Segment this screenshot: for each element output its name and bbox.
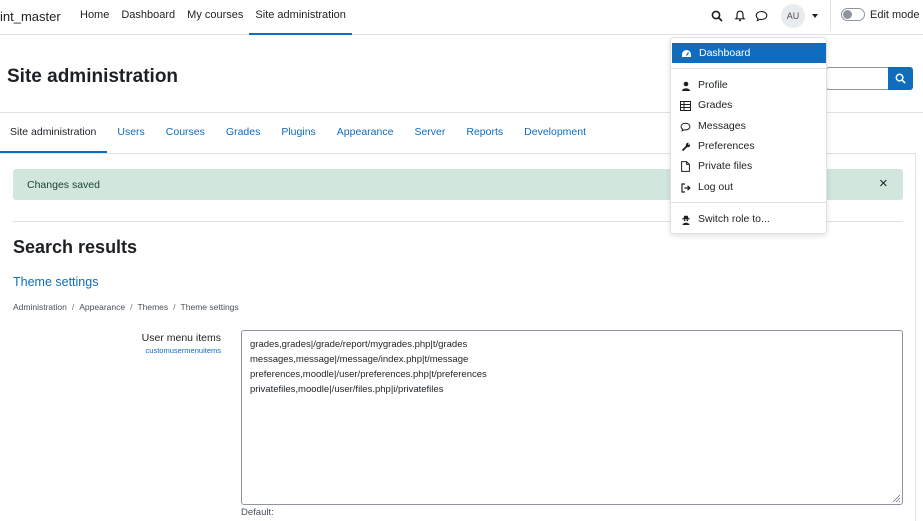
alert-message: Changes saved <box>27 179 100 191</box>
tab-development[interactable]: Development <box>514 113 597 153</box>
menu-item-label: Private files <box>698 160 753 172</box>
user-icon <box>680 80 691 91</box>
menu-item-preferences[interactable]: Preferences <box>671 136 826 156</box>
chevron-down-icon[interactable] <box>812 14 818 18</box>
site-brand[interactable]: int_master <box>0 9 61 24</box>
table-icon <box>680 100 691 111</box>
breadcrumb-separator: / <box>71 302 75 312</box>
menu-item-label: Grades <box>698 99 733 111</box>
top-navbar: int_master Home Dashboard My courses Sit… <box>0 0 923 35</box>
tab-reports[interactable]: Reports <box>456 113 514 153</box>
menu-item-label: Profile <box>698 79 728 91</box>
user-avatar[interactable]: AU <box>781 4 805 28</box>
menu-item-label: Preferences <box>698 140 755 152</box>
menu-item-label: Log out <box>698 181 734 193</box>
search-results-heading: Search results <box>13 237 138 257</box>
tab-plugins[interactable]: Plugins <box>271 113 326 153</box>
toggle-knob <box>843 10 852 19</box>
textarea-line: grades,grades|/grade/report/mygrades.php… <box>250 339 468 350</box>
textarea-line: privatefiles,moodle|/user/files.php|i/pr… <box>250 384 444 395</box>
search-icon[interactable] <box>710 9 724 23</box>
admin-search-input[interactable] <box>826 67 888 90</box>
menu-item-grades[interactable]: Grades <box>671 95 826 115</box>
dashboard-icon <box>681 48 692 59</box>
nav-home[interactable]: Home <box>74 0 115 35</box>
bell-icon[interactable] <box>733 9 747 23</box>
breadcrumb-item[interactable]: Appearance <box>79 302 125 312</box>
menu-item-messages[interactable]: Messages <box>671 116 826 136</box>
breadcrumb-item[interactable]: Themes <box>137 302 168 312</box>
tab-courses[interactable]: Courses <box>156 113 216 153</box>
setting-key: customusermenuitems <box>145 346 221 355</box>
comment-icon <box>680 121 691 132</box>
breadcrumb-item[interactable]: Theme settings <box>181 302 239 312</box>
tab-users[interactable]: Users <box>107 113 155 153</box>
tab-site-administration[interactable]: Site administration <box>0 113 108 153</box>
menu-item-label: Dashboard <box>699 47 751 59</box>
menu-item-switch-role[interactable]: Switch role to... <box>671 209 826 229</box>
nav-dashboard[interactable]: Dashboard <box>115 0 181 35</box>
tab-grades[interactable]: Grades <box>216 113 271 153</box>
secondary-navigation: Site administration Users Courses Grades… <box>0 113 597 153</box>
file-icon <box>680 161 691 172</box>
primary-navigation: Home Dashboard My courses Site administr… <box>74 0 352 35</box>
theme-settings-link[interactable]: Theme settings <box>13 275 98 289</box>
menu-divider <box>671 68 826 69</box>
menu-item-label: Messages <box>698 120 746 132</box>
textarea-line: preferences,moodle|/user/preferences.php… <box>250 369 487 380</box>
menu-item-private-files[interactable]: Private files <box>671 156 826 176</box>
edit-mode-toggle[interactable] <box>841 8 865 21</box>
wrench-icon <box>680 141 691 152</box>
menu-item-label: Switch role to... <box>698 213 770 225</box>
user-menu-dropdown: Dashboard Profile Grades Messages Prefer… <box>670 37 827 234</box>
breadcrumb: Administration / Appearance / Themes / T… <box>13 302 239 312</box>
user-secret-icon <box>680 214 691 225</box>
resize-handle-icon[interactable] <box>891 493 901 503</box>
menu-item-log-out[interactable]: Log out <box>671 177 826 197</box>
search-icon <box>895 73 906 84</box>
sign-out-icon <box>680 182 691 193</box>
menu-divider <box>671 202 826 203</box>
edit-mode-label: Edit mode <box>870 9 920 21</box>
breadcrumb-separator: / <box>130 302 133 312</box>
admin-search-button[interactable] <box>888 67 913 90</box>
menu-item-dashboard[interactable]: Dashboard <box>672 43 826 63</box>
user-menu-items-textarea[interactable]: grades,grades|/grade/report/mygrades.php… <box>241 330 903 505</box>
textarea-line: messages,message|/message/index.php|t/me… <box>250 354 469 365</box>
page-title: Site administration <box>7 66 179 87</box>
message-drawer-icon[interactable] <box>754 9 768 23</box>
nav-site-administration[interactable]: Site administration <box>249 0 352 35</box>
nav-my-courses[interactable]: My courses <box>181 0 249 35</box>
tab-appearance[interactable]: Appearance <box>327 113 405 153</box>
menu-item-profile[interactable]: Profile <box>671 75 826 95</box>
close-icon[interactable]: × <box>879 176 888 191</box>
navbar-divider <box>830 0 831 31</box>
default-label: Default: <box>241 507 274 518</box>
tab-server[interactable]: Server <box>404 113 456 153</box>
setting-label: User menu items <box>141 332 221 344</box>
breadcrumb-item[interactable]: Administration <box>13 302 67 312</box>
breadcrumb-separator: / <box>173 302 176 312</box>
